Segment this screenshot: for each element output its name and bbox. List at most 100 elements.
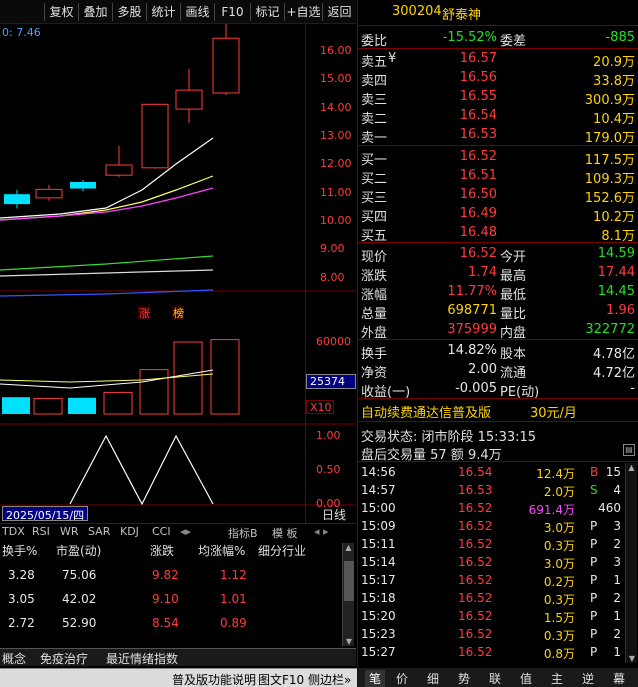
promo-row[interactable]: 自动续费通达信普及版 30元/月	[358, 401, 638, 421]
col-avg-change[interactable]: 均涨幅%	[198, 542, 245, 559]
list-cell[interactable]: 75.06	[62, 568, 96, 582]
list-cell[interactable]: 3.28	[8, 568, 35, 582]
tick-row[interactable]: 15:00 16.52 691.4万 460	[358, 499, 638, 517]
list-cell[interactable]: 3.05	[8, 592, 35, 606]
overlay-button[interactable]: 叠加	[78, 3, 112, 21]
candle[interactable]	[105, 164, 133, 176]
list-cell[interactable]: 42.02	[62, 592, 96, 606]
volume-bar[interactable]	[139, 369, 169, 415]
period-day-button[interactable]: 日线	[312, 506, 356, 522]
tick-scrollbar[interactable]: ▲ ▼	[625, 463, 637, 663]
back-button[interactable]: 返回	[322, 3, 356, 21]
tick-row[interactable]: 15:14 16.52 3.0万 P 3	[358, 553, 638, 571]
tick-row[interactable]: 15:27 16.52 0.8万 P 1	[358, 643, 638, 661]
tab-cci[interactable]: CCI	[152, 525, 171, 538]
tab-sentiment-index[interactable]: 最近情绪指数	[106, 650, 178, 667]
volume-bar[interactable]	[2, 397, 30, 414]
tab-wr[interactable]: WR	[60, 525, 79, 538]
statistics-button[interactable]: 统计	[146, 3, 180, 21]
tab-kdj[interactable]: KDJ	[120, 525, 139, 538]
tick-row[interactable]: 14:57 16.53 2.0万 S 4	[358, 481, 638, 499]
detail-tab[interactable]: 势	[458, 670, 470, 687]
tick-row[interactable]: 15:20 16.52 1.5万 P 1	[358, 607, 638, 625]
tab-tdx[interactable]: TDX	[2, 525, 25, 538]
candle[interactable]	[212, 37, 240, 94]
tab-indicator-b[interactable]: 指标B	[228, 525, 258, 541]
sidebar-toggle[interactable]: 侧边栏»	[308, 671, 351, 687]
add-watchlist-button[interactable]: +自选	[284, 3, 322, 21]
detail-tab[interactable]: 笔	[365, 670, 386, 687]
promo-text[interactable]: 自动续费通达信普及版	[361, 402, 491, 421]
list-cell[interactable]: 52.90	[62, 616, 96, 630]
candle[interactable]	[141, 103, 169, 169]
detail-tab[interactable]: 联	[489, 670, 501, 687]
list-scrollbar[interactable]: ▲ ▼	[342, 543, 354, 646]
tab-arrows-icon[interactable]: ◂▸	[180, 525, 191, 538]
order-book-row[interactable]: 卖二 16.54 10.4万	[358, 107, 638, 127]
detail-tab[interactable]: 细	[427, 670, 439, 687]
list-cell[interactable]: 0.89	[220, 616, 247, 630]
feature-help-link[interactable]: 普及版功能说明	[172, 671, 256, 687]
order-book-row[interactable]: 买三 16.50 152.6万	[358, 186, 638, 206]
rank-marker[interactable]: 榜	[173, 306, 184, 320]
order-book-row[interactable]: 买五 16.48 8.1万	[358, 224, 638, 244]
order-book-row[interactable]: 买四 16.49 10.2万	[358, 205, 638, 225]
col-turnover[interactable]: 换手%	[2, 542, 37, 559]
tab-concept[interactable]: 概念	[2, 650, 26, 667]
detail-tab[interactable]: 逆	[582, 670, 594, 687]
detail-tab[interactable]: 主	[551, 670, 563, 687]
stat-label: 总量	[361, 307, 388, 322]
tick-row[interactable]: 15:11 16.52 0.3万 P 2	[358, 535, 638, 553]
tab-sar[interactable]: SAR	[88, 525, 110, 538]
volume-bar[interactable]	[210, 339, 240, 415]
tick-row[interactable]: 15:17 16.52 0.2万 P 1	[358, 571, 638, 589]
list-cell[interactable]: 1.01	[220, 592, 247, 606]
detail-tab[interactable]: 值	[520, 670, 532, 687]
detail-tab[interactable]: 价	[396, 670, 408, 687]
list-cell[interactable]: 8.54	[152, 616, 179, 630]
tick-row[interactable]: 14:56 16.54 12.4万 B 15	[358, 463, 638, 481]
limit-up-marker[interactable]: 涨	[139, 307, 150, 320]
order-volume: 33.8万	[593, 74, 635, 89]
f10-button[interactable]: F10	[214, 3, 250, 21]
order-book-row[interactable]: 买二 16.51 109.3万	[358, 167, 638, 187]
tabbar-scroll-icon[interactable]: ◂ ▸	[314, 525, 329, 538]
multi-stock-button[interactable]: 多股	[112, 3, 146, 21]
kline-chart[interactable]: 0: 7.4617.44涨榜	[0, 24, 356, 524]
detail-tab[interactable]: 幕	[613, 670, 625, 687]
col-change[interactable]: 涨跌	[150, 542, 174, 559]
volume-bar[interactable]	[33, 397, 63, 415]
candle[interactable]	[35, 188, 63, 199]
tab-template[interactable]: 模 板	[272, 525, 298, 541]
order-book-row[interactable]: 卖四 16.56 33.8万	[358, 69, 638, 89]
volume-bar[interactable]	[68, 397, 96, 414]
f10-link[interactable]: 图文F10	[258, 671, 304, 687]
order-book-row[interactable]: 卖三 16.55 300.9万	[358, 88, 638, 108]
candle[interactable]	[175, 89, 203, 110]
fin-value: 4.72亿	[593, 366, 635, 381]
tick-row[interactable]: 15:23 16.52 0.3万 P 2	[358, 625, 638, 643]
draw-line-button[interactable]: 画线	[180, 3, 214, 21]
volume-bar[interactable]	[103, 391, 133, 415]
list-cell[interactable]: 9.10	[152, 592, 179, 606]
list-cell[interactable]: 2.72	[8, 616, 35, 630]
list-cell[interactable]: 9.82	[152, 568, 179, 582]
tab-rsi[interactable]: RSI	[32, 525, 50, 538]
tick-row[interactable]: 15:18 16.52 0.3万 P 2	[358, 589, 638, 607]
order-book-row[interactable]: 卖五 ¥16.57 20.9万	[358, 50, 638, 70]
price-tick-label: 12.00	[320, 157, 352, 171]
volume-bar[interactable]	[173, 341, 203, 415]
expand-icon[interactable]: ▤	[623, 444, 635, 456]
candle[interactable]	[70, 181, 96, 189]
restore-rights-button[interactable]: 复权	[44, 3, 78, 21]
candle[interactable]	[4, 194, 30, 205]
col-industry[interactable]: 细分行业	[258, 542, 306, 559]
tick-row[interactable]: 15:09 16.52 3.0万 P 3	[358, 517, 638, 535]
mark-button[interactable]: 标记	[250, 3, 284, 21]
tab-immunotherapy[interactable]: 免疫治疗	[40, 650, 88, 667]
order-book-row[interactable]: 买一 16.52 117.5万	[358, 148, 638, 168]
promo-price[interactable]: 30元/月	[530, 402, 577, 421]
col-pe[interactable]: 市盈(动)	[56, 542, 101, 559]
order-book-row[interactable]: 卖一 16.53 179.0万	[358, 126, 638, 146]
list-cell[interactable]: 1.12	[220, 568, 247, 582]
